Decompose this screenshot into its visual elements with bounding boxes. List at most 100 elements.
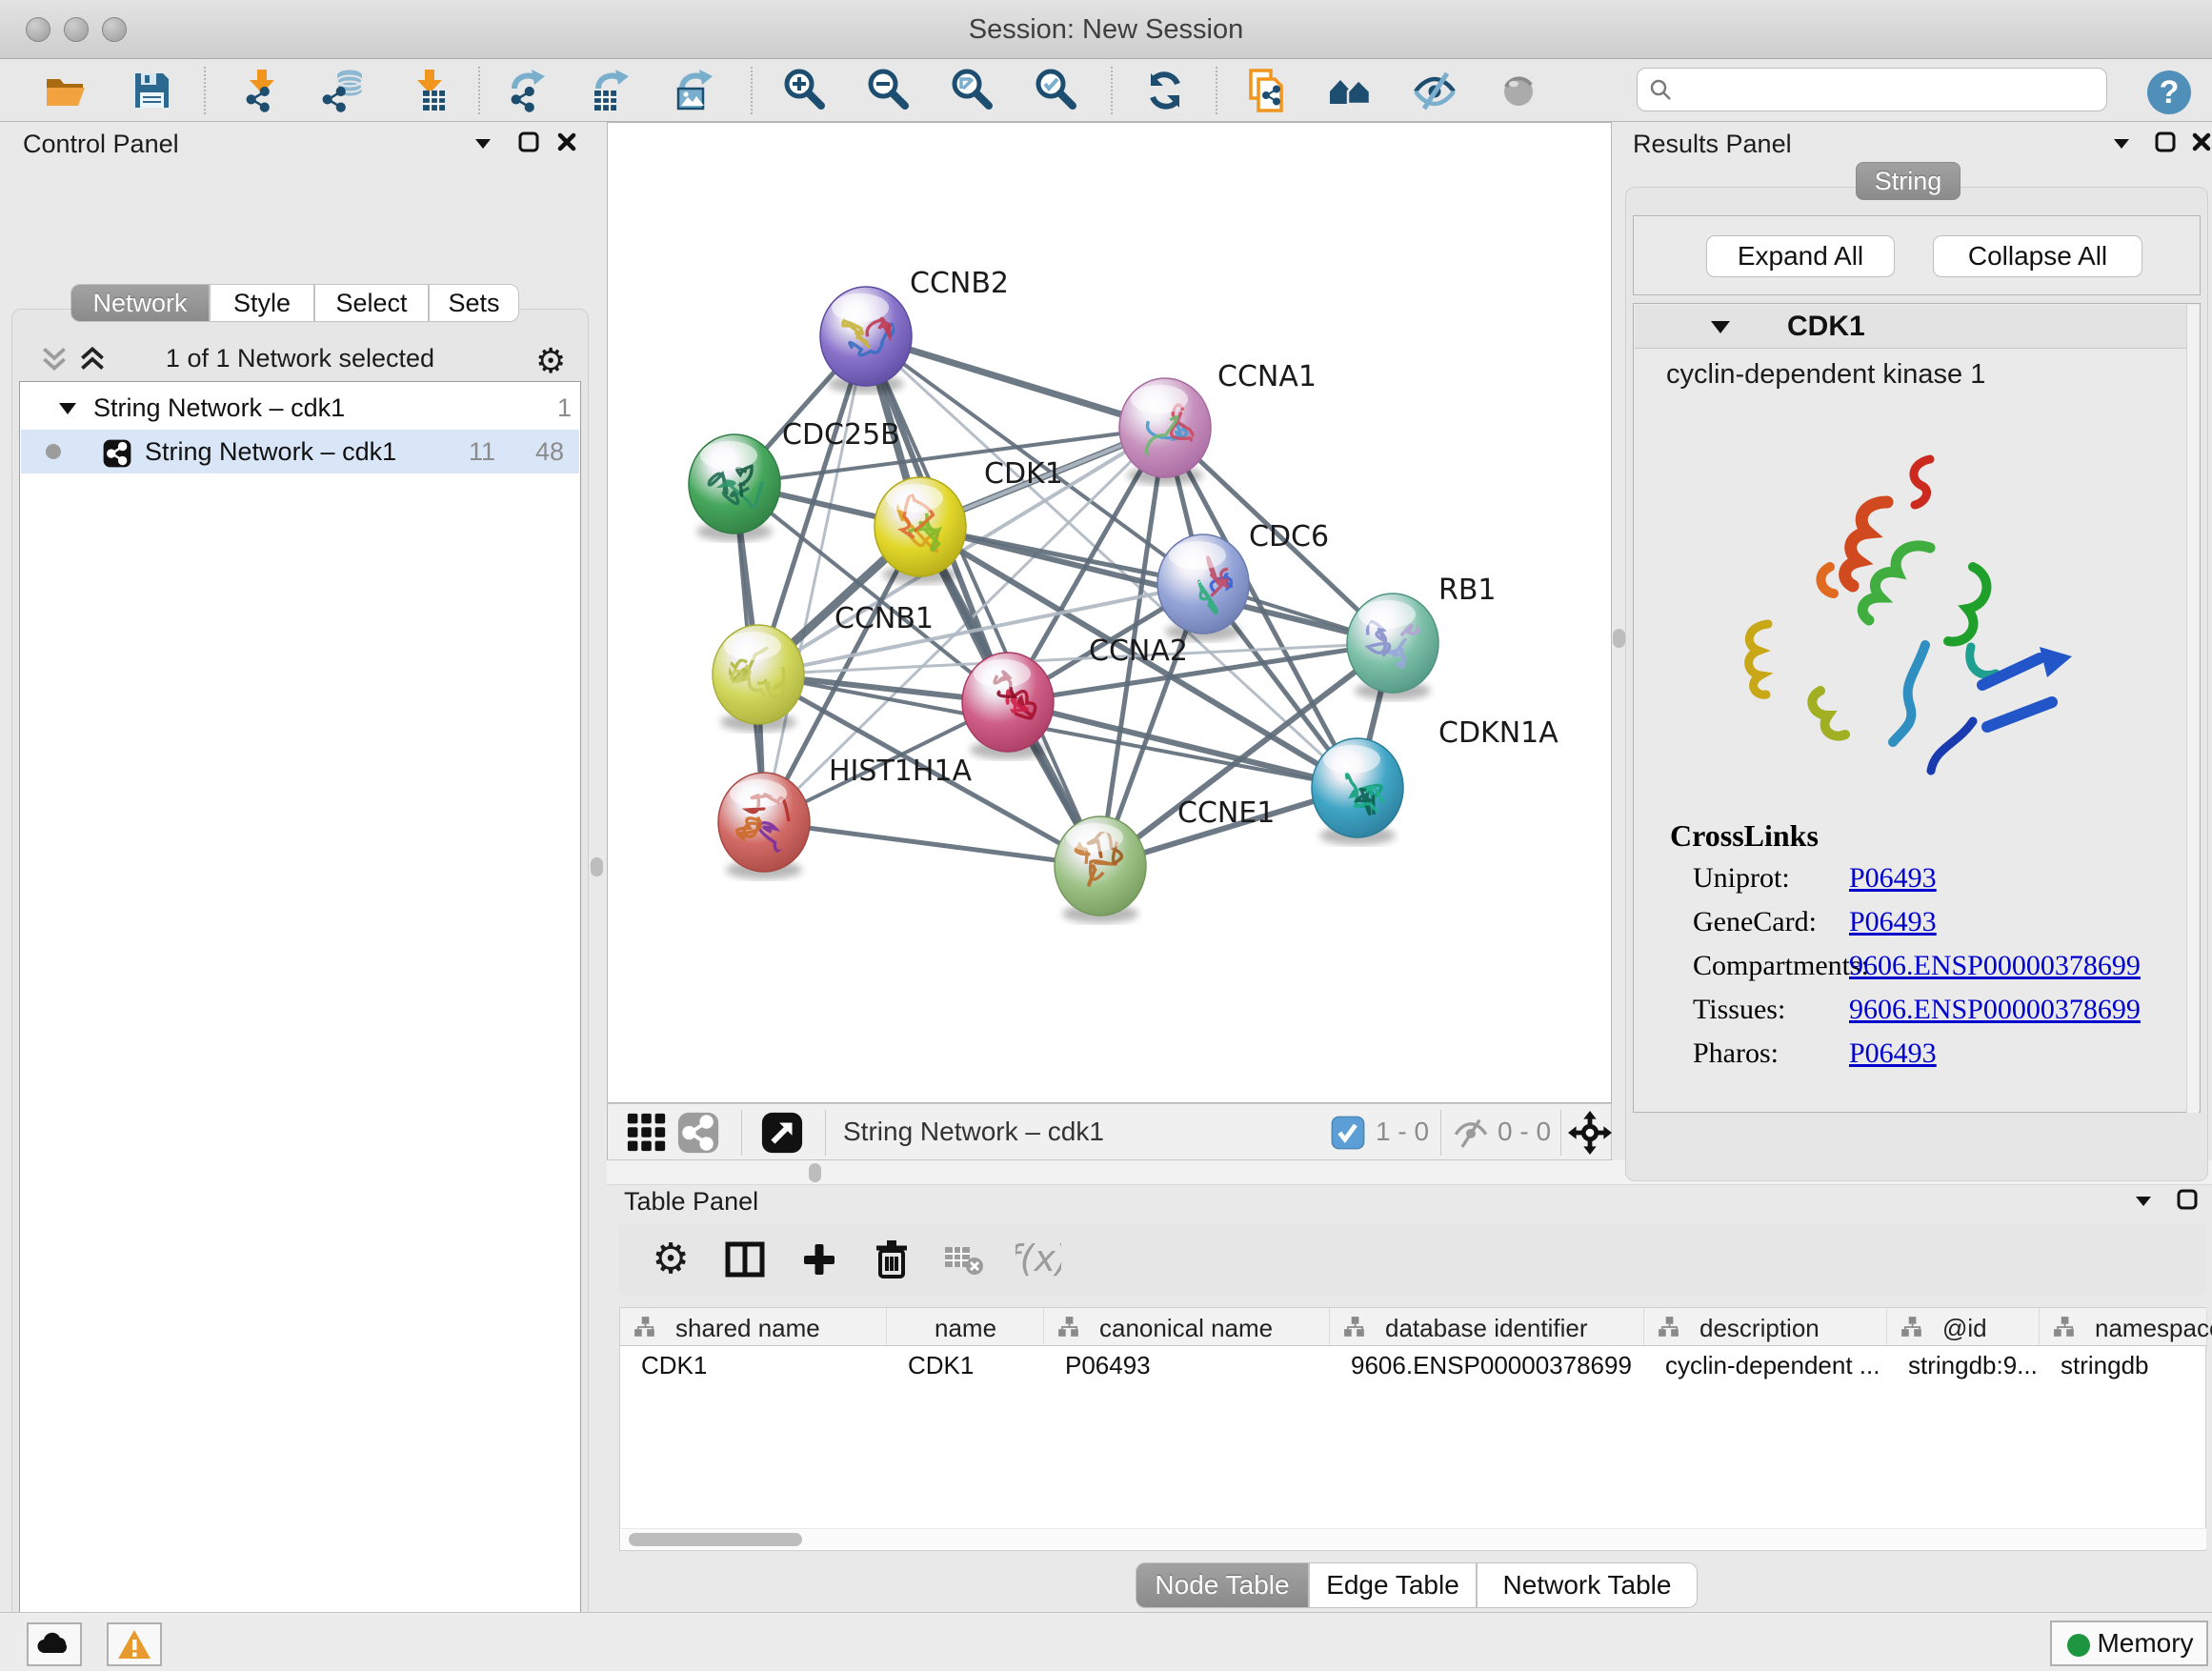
collapse-all-button[interactable]: Collapse All bbox=[1933, 235, 2142, 277]
tab-sets[interactable]: Sets bbox=[429, 284, 519, 322]
table-cell[interactable]: cyclin-dependent ... bbox=[1644, 1346, 1887, 1384]
tab-string[interactable]: String bbox=[1856, 162, 1961, 200]
crosslink-link[interactable]: 9606.ENSP00000378699 bbox=[1849, 950, 2141, 982]
tab-network[interactable]: Network bbox=[70, 284, 210, 322]
selected-counts: 1 - 0 bbox=[1376, 1117, 1429, 1147]
import-table-file-button[interactable] bbox=[400, 64, 453, 117]
node-CCNA1[interactable]: CCNA1 bbox=[1119, 360, 1317, 485]
crosslink-link[interactable]: P06493 bbox=[1849, 862, 1937, 895]
table-cell[interactable]: CDK1 bbox=[887, 1346, 1044, 1384]
show-all-button[interactable] bbox=[1492, 64, 1545, 117]
column-header-shared-name[interactable]: shared name bbox=[620, 1308, 887, 1346]
table-cell[interactable]: CDK1 bbox=[620, 1346, 887, 1384]
close-panel-icon[interactable] bbox=[2187, 128, 2212, 156]
results-scrollbar[interactable] bbox=[2186, 305, 2199, 1113]
selected-checkbox-icon[interactable] bbox=[1330, 1115, 1374, 1158]
node-label-CCNE1: CCNE1 bbox=[1177, 796, 1275, 830]
table-cell[interactable]: 9606.ENSP00000378699 bbox=[1330, 1346, 1644, 1384]
float-panel-icon[interactable] bbox=[469, 128, 497, 156]
table-delete-button[interactable] bbox=[869, 1237, 915, 1282]
table-delete-table-button[interactable] bbox=[941, 1237, 987, 1282]
edge-CCNB2-CCNA1[interactable] bbox=[866, 336, 1165, 428]
warnings-button[interactable] bbox=[107, 1622, 162, 1666]
table-panel-title: Table Panel bbox=[624, 1187, 758, 1217]
scrollbar-thumb[interactable] bbox=[629, 1533, 802, 1546]
node-table[interactable]: shared namenamecanonical namedatabase id… bbox=[619, 1307, 2206, 1551]
zoom-in-button[interactable] bbox=[778, 64, 832, 117]
refresh-view-button[interactable] bbox=[1138, 64, 1192, 117]
help-button[interactable]: ? bbox=[2147, 70, 2191, 114]
open-session-button[interactable] bbox=[39, 64, 92, 117]
table-delete-table-icon bbox=[941, 1237, 987, 1282]
edge-CCNB2-HIST1H1A[interactable] bbox=[764, 336, 866, 822]
crosslink-link[interactable]: P06493 bbox=[1849, 906, 1937, 938]
network-view-canvas[interactable]: CCNB2 CCNA1 CDC25B CDK1 CDC6 R bbox=[607, 122, 1612, 1103]
import-network-database-button[interactable] bbox=[316, 64, 370, 117]
node-HIST1H1A[interactable]: HIST1H1A bbox=[718, 755, 973, 879]
column-header--id[interactable]: @id bbox=[1887, 1308, 2040, 1346]
maximize-panel-icon[interactable] bbox=[514, 128, 543, 156]
first-neighbors-button[interactable] bbox=[1324, 64, 1377, 117]
column-header-namespace[interactable]: namespace bbox=[2040, 1308, 2207, 1346]
search-box[interactable] bbox=[1637, 68, 2107, 111]
hide-selected-icon bbox=[1412, 68, 1458, 113]
network-thumbnail-icon[interactable] bbox=[676, 1111, 720, 1155]
section-collapse-icon[interactable] bbox=[1709, 314, 1734, 344]
export-network-button[interactable] bbox=[503, 64, 556, 117]
tab-node-table[interactable]: Node Table bbox=[1136, 1562, 1309, 1608]
splitter-grip[interactable] bbox=[809, 1163, 821, 1182]
grid-view-icon[interactable] bbox=[625, 1111, 669, 1155]
results-panel-title: Results Panel bbox=[1633, 130, 1792, 159]
float-panel-icon[interactable] bbox=[2129, 1185, 2158, 1214]
import-network-file-button[interactable] bbox=[232, 64, 286, 117]
string-network-graph[interactable]: CCNB2 CCNA1 CDC25B CDK1 CDC6 R bbox=[608, 123, 1611, 1102]
table-columns-button[interactable] bbox=[722, 1237, 768, 1282]
edge-HIST1H1A-CCNE1[interactable] bbox=[764, 822, 1100, 866]
tab-style[interactable]: Style bbox=[210, 284, 314, 322]
cloud-status-button[interactable] bbox=[27, 1622, 82, 1666]
zoom-selected-button[interactable] bbox=[1030, 64, 1083, 117]
node-RB1[interactable]: RB1 bbox=[1347, 574, 1497, 700]
close-panel-icon[interactable] bbox=[553, 128, 581, 156]
node-CDC25B[interactable]: CDC25B bbox=[689, 418, 900, 541]
network-collection-row[interactable]: String Network – cdk1 1 bbox=[21, 386, 579, 430]
memory-button[interactable]: Memory bbox=[2050, 1621, 2208, 1666]
search-input[interactable] bbox=[1681, 70, 2091, 109]
column-header-canonical-name[interactable]: canonical name bbox=[1044, 1308, 1330, 1346]
column-header-database-identifier[interactable]: database identifier bbox=[1330, 1308, 1644, 1346]
hide-selected-button[interactable] bbox=[1408, 64, 1461, 117]
node-CDKN1A[interactable]: CDKN1A bbox=[1312, 716, 1558, 845]
table-cell[interactable]: stringdb bbox=[2040, 1346, 2207, 1384]
export-image-button[interactable] bbox=[671, 64, 724, 117]
table-cell[interactable]: stringdb:9... bbox=[1887, 1346, 2040, 1384]
zoom-out-button[interactable] bbox=[862, 64, 915, 117]
column-header-name[interactable]: name bbox=[887, 1308, 1044, 1346]
fit-selected-crosshair-icon[interactable] bbox=[1568, 1111, 1612, 1155]
zoom-fit-button[interactable] bbox=[946, 64, 999, 117]
table-add-row-button[interactable] bbox=[796, 1237, 842, 1282]
table-gear-button[interactable]: ⚙ bbox=[648, 1237, 694, 1282]
crosslink-link[interactable]: P06493 bbox=[1849, 1037, 1937, 1070]
export-table-button[interactable] bbox=[587, 64, 640, 117]
left-splitter-grip[interactable] bbox=[591, 857, 603, 876]
maximize-panel-icon[interactable] bbox=[2173, 1185, 2202, 1214]
float-panel-icon[interactable] bbox=[2107, 128, 2136, 156]
birds-eye-view-icon[interactable] bbox=[760, 1111, 804, 1155]
tab-select[interactable]: Select bbox=[314, 284, 429, 322]
table-horizontal-scrollbar[interactable] bbox=[621, 1528, 2206, 1549]
new-network-from-selection-button[interactable] bbox=[1240, 64, 1294, 117]
tab-network-table[interactable]: Network Table bbox=[1477, 1562, 1698, 1608]
network-options-gear-icon[interactable]: ⚙ bbox=[535, 341, 566, 381]
tab-edge-table[interactable]: Edge Table bbox=[1309, 1562, 1477, 1608]
crosslink-link[interactable]: 9606.ENSP00000378699 bbox=[1849, 994, 2141, 1026]
table-function-button[interactable]: f(x) bbox=[1016, 1237, 1061, 1282]
column-header-description[interactable]: description bbox=[1644, 1308, 1887, 1346]
table-panel: Table Panel ⚙ f(x) shared namenamecanonic… bbox=[607, 1185, 2212, 1612]
network-row[interactable]: String Network – cdk1 11 48 bbox=[21, 430, 579, 473]
maximize-panel-icon[interactable] bbox=[2151, 128, 2180, 156]
protein-section-header[interactable]: CDK1 bbox=[1635, 305, 2189, 349]
svg-text:⚙: ⚙ bbox=[652, 1237, 689, 1282]
table-cell[interactable]: P06493 bbox=[1044, 1346, 1330, 1384]
save-session-button[interactable] bbox=[125, 64, 178, 117]
expand-all-button[interactable]: Expand All bbox=[1706, 235, 1895, 277]
